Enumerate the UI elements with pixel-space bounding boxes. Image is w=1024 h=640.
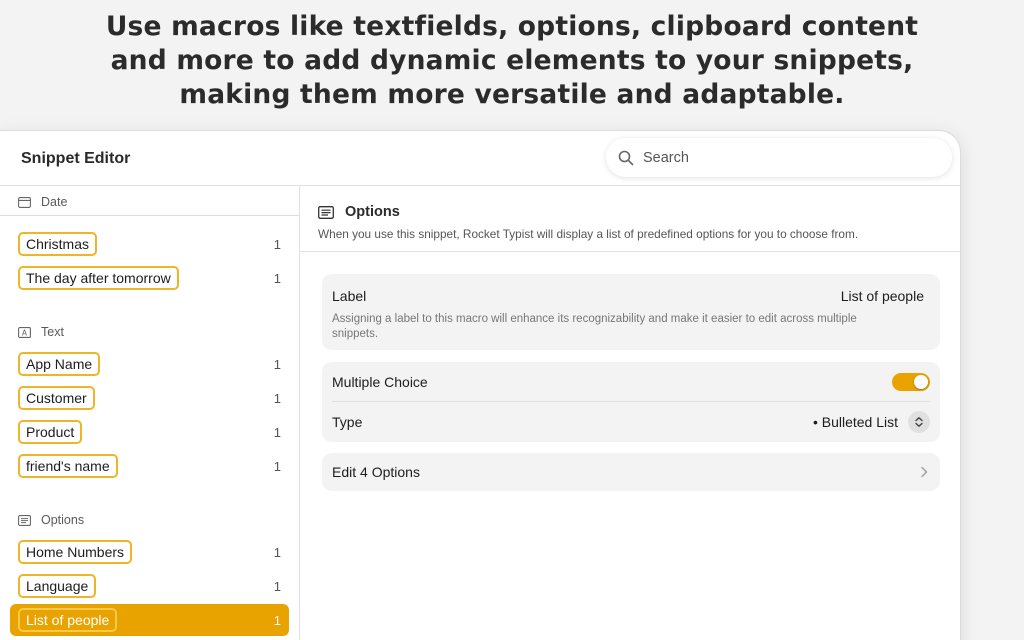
- sidebar-item-language[interactable]: Language 1: [10, 570, 289, 602]
- type-row: Type • Bulleted List: [332, 402, 930, 442]
- section-label: Options: [41, 513, 85, 527]
- section-label: Date: [41, 195, 68, 209]
- options-card: Multiple Choice Type • Bulleted List: [322, 362, 940, 442]
- label-value-field[interactable]: List of people: [841, 288, 924, 304]
- item-count: 1: [273, 612, 281, 628]
- item-label: The day after tomorrow: [18, 266, 179, 290]
- label-key: Label: [332, 288, 367, 304]
- sidebar-item-friends-name[interactable]: friend's name 1: [10, 450, 289, 482]
- item-label: Home Numbers: [18, 540, 133, 564]
- svg-text:A: A: [22, 328, 28, 337]
- item-count: 1: [273, 236, 281, 252]
- type-label: Type: [332, 414, 363, 430]
- label-help-text: Assigning a label to this macro will enh…: [332, 313, 857, 340]
- edit-options-button[interactable]: Edit 4 Options: [322, 453, 940, 491]
- section-header-options: Options: [18, 513, 84, 527]
- item-label: App Name: [18, 352, 101, 376]
- detail-title: Options: [318, 204, 400, 220]
- chevron-right-icon: [921, 466, 928, 478]
- multiple-choice-toggle[interactable]: [892, 372, 930, 391]
- edit-options-label: Edit 4 Options: [332, 464, 420, 480]
- label-card: Label List of people Assigning a label t…: [322, 274, 940, 350]
- item-count: 1: [273, 356, 281, 372]
- marketing-headline: Use macros like textfields, options, cli…: [0, 10, 1024, 112]
- sidebar-item-list-of-people[interactable]: List of people 1: [10, 604, 289, 636]
- section-label: Text: [41, 325, 64, 339]
- item-label: Product: [18, 420, 83, 444]
- calendar-icon: [18, 196, 31, 208]
- headline-line-2: and more to add dynamic elements to your…: [110, 45, 914, 76]
- detail-header: Options When you use this snippet, Rocke…: [300, 186, 960, 252]
- sidebar-item-christmas[interactable]: Christmas 1: [10, 228, 289, 260]
- type-value: • Bulleted List: [812, 414, 898, 430]
- item-label: Customer: [18, 386, 95, 410]
- titlebar: Snippet Editor: [0, 131, 960, 186]
- sidebar-item-day-after-tomorrow[interactable]: The day after tomorrow 1: [10, 262, 289, 294]
- item-label: Language: [18, 574, 97, 598]
- multiple-choice-label: Multiple Choice: [332, 373, 428, 390]
- item-label: friend's name: [18, 454, 118, 478]
- item-label: Christmas: [18, 232, 98, 256]
- detail-title-text: Options: [345, 204, 400, 220]
- section-header-text: A Text: [18, 325, 64, 339]
- section-header-date: Date: [18, 195, 67, 209]
- detail-pane: Options When you use this snippet, Rocke…: [300, 186, 960, 640]
- multiple-choice-row: Multiple Choice: [332, 362, 930, 402]
- window-title: Snippet Editor: [21, 150, 131, 167]
- headline-line-3: making them more versatile and adaptable…: [179, 79, 845, 110]
- sidebar-item-app-name[interactable]: App Name 1: [10, 348, 289, 380]
- up-down-chevron-icon[interactable]: [908, 411, 930, 433]
- text-field-icon: A: [18, 326, 31, 338]
- search-input[interactable]: [643, 149, 923, 166]
- sidebar: Date Christmas 1 The day after tomorrow …: [0, 186, 300, 640]
- app-window: Snippet Editor Date Christmas 1 The day …: [0, 130, 961, 640]
- list-icon: [18, 514, 31, 526]
- search-icon: [618, 150, 634, 165]
- sidebar-item-product[interactable]: Product 1: [10, 416, 289, 448]
- item-count: 1: [273, 270, 281, 286]
- list-icon: [318, 205, 334, 219]
- search-field[interactable]: [606, 138, 952, 177]
- item-label: List of people: [18, 608, 118, 632]
- item-count: 1: [273, 390, 281, 406]
- type-select[interactable]: • Bulleted List: [813, 411, 930, 433]
- headline-line-1: Use macros like textfields, options, cli…: [105, 11, 919, 42]
- sidebar-item-customer[interactable]: Customer 1: [10, 382, 289, 414]
- item-count: 1: [273, 458, 281, 474]
- sidebar-item-home-numbers[interactable]: Home Numbers 1: [10, 536, 289, 568]
- divider: [0, 215, 299, 216]
- item-count: 1: [273, 424, 281, 440]
- item-count: 1: [273, 544, 281, 560]
- item-count: 1: [273, 578, 281, 594]
- detail-description: When you use this snippet, Rocket Typist…: [318, 227, 859, 241]
